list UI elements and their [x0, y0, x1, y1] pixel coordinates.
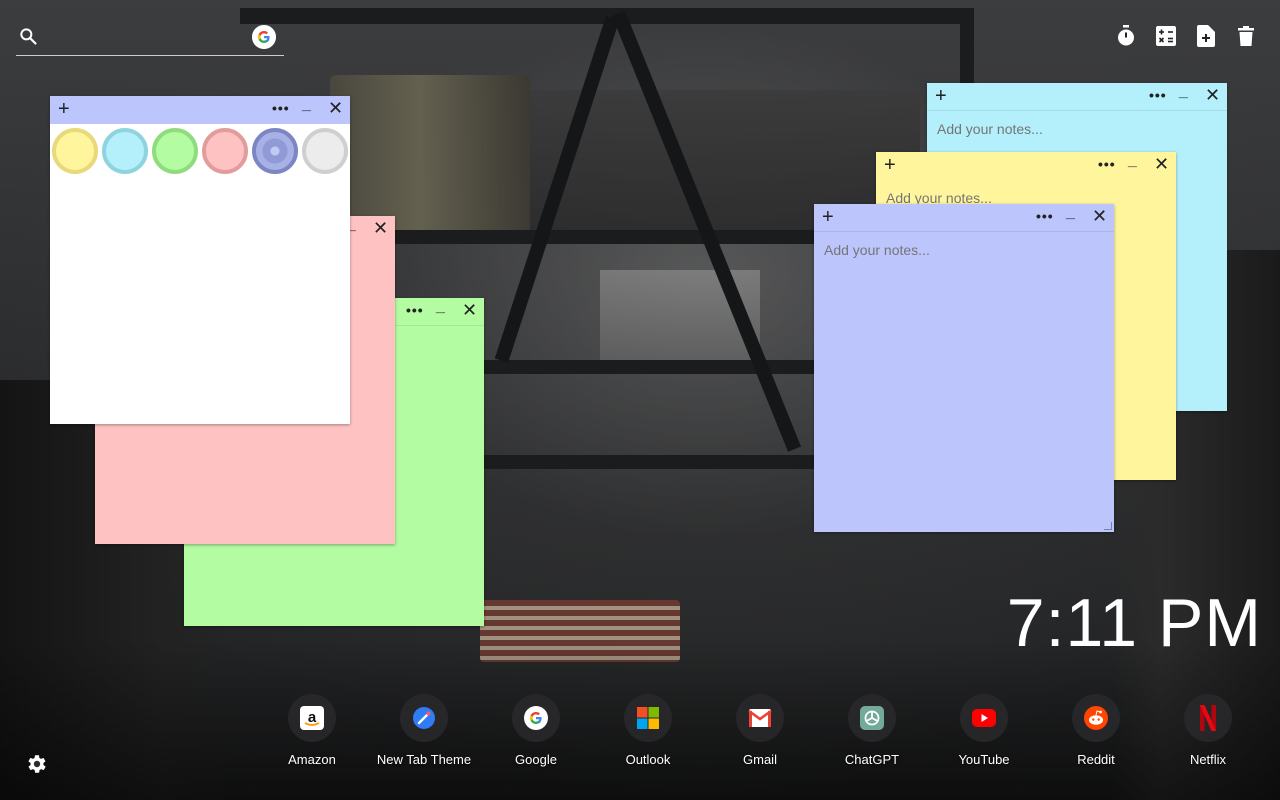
note-menu-button[interactable]: ••• — [406, 302, 424, 318]
shortcut-google[interactable]: Google — [480, 694, 592, 767]
color-swatch-blue[interactable] — [102, 128, 148, 174]
note-text-area[interactable] — [814, 232, 1114, 522]
add-note-button[interactable] — [1196, 24, 1216, 48]
trash-icon — [1238, 26, 1254, 46]
reddit-icon — [1084, 706, 1108, 730]
wallpaper-shelf — [480, 455, 820, 469]
sticky-note-white[interactable]: + ••• _ ✕ — [50, 96, 350, 424]
shortcut-netflix[interactable]: Netflix — [1152, 694, 1264, 767]
add-note-button[interactable]: + — [58, 99, 70, 119]
note-header: + ••• _ ✕ — [927, 83, 1227, 111]
color-swatch-purple[interactable] — [252, 128, 298, 174]
shortcut-label: Outlook — [625, 752, 671, 767]
svg-text:a: a — [308, 709, 317, 726]
color-swatch-green[interactable] — [152, 128, 198, 174]
note-menu-button[interactable]: ••• — [1149, 87, 1167, 103]
shortcut-dock: a Amazon New Tab Theme Google Outlook Gm… — [256, 694, 1264, 767]
shortcut-label: ChatGPT — [844, 752, 900, 767]
note-close-button[interactable]: ✕ — [373, 219, 388, 237]
shortcut-label: YouTube — [958, 752, 1010, 767]
shortcut-reddit[interactable]: Reddit — [1040, 694, 1152, 767]
note-minimize-button[interactable]: _ — [436, 298, 445, 316]
note-minimize-button[interactable]: _ — [1066, 204, 1075, 222]
note-minimize-button[interactable]: _ — [1179, 83, 1188, 101]
color-swatch-yellow[interactable] — [52, 128, 98, 174]
top-toolbar — [1116, 24, 1256, 48]
timer-button[interactable] — [1116, 24, 1136, 48]
color-swatch-pink[interactable] — [202, 128, 248, 174]
shortcut-gmail[interactable]: Gmail — [704, 694, 816, 767]
shortcut-label: Google — [515, 752, 557, 767]
note-minimize-button[interactable]: _ — [302, 96, 311, 114]
note-close-button[interactable]: ✕ — [1092, 207, 1107, 225]
shortcut-label: Gmail — [743, 752, 777, 767]
note-close-button[interactable]: ✕ — [462, 301, 477, 319]
youtube-icon — [972, 709, 996, 727]
note-menu-button[interactable]: ••• — [272, 100, 290, 116]
note-minimize-button[interactable]: _ — [1128, 152, 1137, 170]
shortcut-label: Reddit — [1077, 752, 1115, 767]
outlook-icon — [637, 707, 659, 729]
timer-icon — [1118, 25, 1134, 46]
note-resize-handle[interactable] — [1104, 522, 1112, 530]
shortcut-new-tab-theme[interactable]: New Tab Theme — [368, 694, 480, 767]
shortcut-chatgpt[interactable]: ChatGPT — [816, 694, 928, 767]
color-picker — [50, 124, 350, 178]
color-swatch-gray[interactable] — [302, 128, 348, 174]
note-header: + ••• _ ✕ — [814, 204, 1114, 232]
search-icon[interactable] — [18, 26, 38, 46]
google-icon — [524, 706, 548, 730]
settings-gear-icon[interactable] — [24, 752, 48, 776]
note-menu-button[interactable]: ••• — [1036, 208, 1054, 224]
note-menu-button[interactable]: ••• — [1098, 156, 1116, 172]
add-note-icon — [1197, 25, 1215, 47]
clock: 7:11 PM — [1006, 585, 1262, 661]
shortcut-outlook[interactable]: Outlook — [592, 694, 704, 767]
search-bar — [16, 22, 284, 56]
search-input[interactable] — [46, 22, 246, 52]
add-note-button[interactable]: + — [822, 207, 834, 227]
note-close-button[interactable]: ✕ — [1154, 155, 1169, 173]
sticky-note-purple[interactable]: + ••• _ ✕ — [814, 204, 1114, 532]
note-header: + ••• _ ✕ — [876, 152, 1176, 180]
add-note-button[interactable]: + — [884, 155, 896, 175]
delete-button[interactable] — [1236, 24, 1256, 48]
new-tab-theme-icon — [413, 707, 435, 729]
note-close-button[interactable]: ✕ — [1205, 86, 1220, 104]
chatgpt-icon — [860, 706, 884, 730]
netflix-icon — [1200, 705, 1216, 731]
shortcut-youtube[interactable]: YouTube — [928, 694, 1040, 767]
calculator-button[interactable] — [1156, 24, 1176, 48]
shortcut-amazon[interactable]: a Amazon — [256, 694, 368, 767]
note-close-button[interactable]: ✕ — [328, 99, 343, 117]
wallpaper-drum — [330, 75, 530, 235]
google-search-engine-icon[interactable] — [252, 25, 276, 49]
note-header: + ••• _ ✕ — [50, 96, 350, 124]
add-note-button[interactable]: + — [935, 86, 947, 106]
gmail-icon — [748, 709, 772, 727]
shortcut-label: Amazon — [288, 752, 336, 767]
shortcut-label: New Tab Theme — [376, 752, 472, 767]
shortcut-label: Netflix — [1189, 752, 1227, 767]
amazon-icon: a — [300, 706, 324, 730]
calculator-icon — [1156, 26, 1176, 46]
